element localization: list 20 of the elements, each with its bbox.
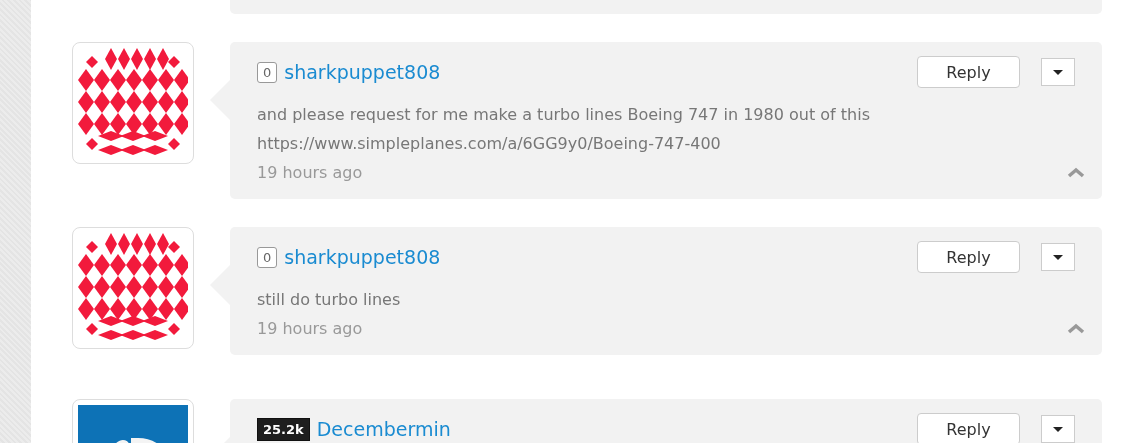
caret-icon xyxy=(1053,426,1063,432)
timestamp: 19 hours ago xyxy=(257,162,363,184)
comment-text: still do turbo lines xyxy=(257,289,402,311)
avatar[interactable] xyxy=(72,42,194,164)
caret-icon xyxy=(1053,69,1063,75)
caret-icon xyxy=(1053,254,1063,260)
timestamp: 19 hours ago xyxy=(257,318,363,340)
collapse-icon[interactable] xyxy=(1067,167,1085,178)
dropdown-button[interactable] xyxy=(1041,58,1075,86)
comment-text: and please request for me make a turbo lines Boeing 747 in 1980 out of this https://www.simpleplanes.com/a/6GG9y0/Boeing-747-400 xyxy=(257,104,871,155)
points-badge: 0 xyxy=(257,61,278,83)
reply-button[interactable]: Reply xyxy=(917,241,1020,273)
avatar[interactable] xyxy=(72,227,194,349)
dropdown-button[interactable] xyxy=(1041,415,1075,443)
points-badge: 25.2k xyxy=(257,417,310,441)
reply-button[interactable]: Reply xyxy=(917,56,1020,88)
reply-button[interactable]: Reply xyxy=(917,413,1020,443)
collapse-icon[interactable] xyxy=(1067,323,1085,334)
dropdown-button[interactable] xyxy=(1041,243,1075,271)
points-badge: 0 xyxy=(257,246,278,268)
